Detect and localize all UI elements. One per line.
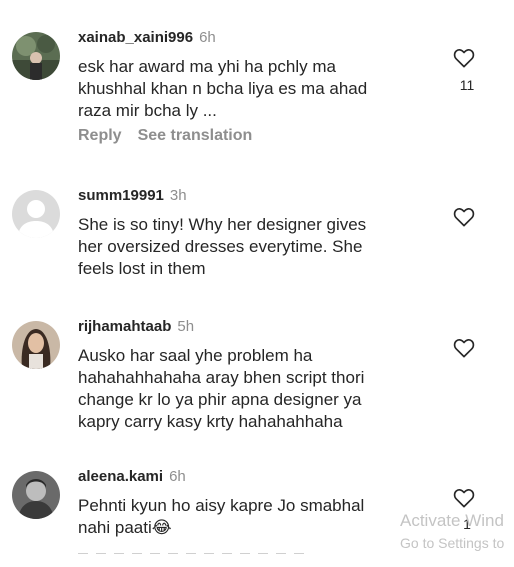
comment-meta: summ19991 3h [78, 187, 187, 205]
comment-item: xainab_xaini996 6h esk har award ma yhi h… [0, 0, 514, 160]
see-translation-button[interactable]: See translation [138, 127, 253, 144]
avatar[interactable] [12, 32, 60, 80]
avatar[interactable] [12, 190, 60, 238]
heart-icon [453, 208, 475, 227]
comment-meta: aleena.kami 6h [78, 468, 186, 486]
heart-icon [453, 489, 475, 508]
username[interactable]: rijhamahtaab [78, 318, 171, 335]
next-comment-preview: ▬▬▬▬▬▬▬▬▬▬▬▬▬ [78, 548, 308, 554]
comment-text: She is so tiny! Why her designer gives h… [78, 215, 367, 278]
reply-button[interactable]: Reply [78, 127, 122, 144]
username[interactable]: aleena.kami [78, 468, 163, 485]
timestamp: 6h [169, 468, 186, 485]
like-count: 11 [459, 77, 475, 93]
default-avatar-icon [12, 190, 60, 238]
comment-text: esk har award ma yhi ha pchly ma khushha… [78, 57, 368, 120]
comment-text: Pehnti kyun ho aisy kapre Jo smabhal nah… [78, 496, 365, 537]
avatar-photo-icon [12, 32, 60, 80]
username[interactable]: summ19991 [78, 187, 164, 204]
avatar[interactable] [12, 471, 60, 519]
avatar[interactable] [12, 321, 60, 369]
timestamp: 5h [177, 318, 195, 335]
like-button[interactable] [453, 338, 477, 358]
like-button[interactable] [453, 207, 477, 227]
avatar-photo-icon [12, 471, 60, 519]
activation-watermark-title: Activate Wind [400, 511, 504, 530]
heart-icon [453, 49, 475, 68]
comment-meta: xainab_xaini996 6h [78, 29, 216, 47]
timestamp: 6h [199, 29, 216, 46]
username[interactable]: xainab_xaini996 [78, 29, 193, 46]
timestamp: 3h [169, 187, 187, 204]
comment-actions: Reply See translation [78, 126, 252, 146]
heart-icon [453, 339, 475, 358]
activation-watermark-subtitle: Go to Settings to [400, 535, 505, 551]
avatar-photo-icon [12, 321, 60, 369]
like-button[interactable] [453, 488, 477, 508]
like-button[interactable] [453, 48, 477, 68]
comment-text: Ausko har saal yhe problem ha hahahahhah… [78, 346, 365, 431]
comment-meta: rijhamahtaab 5h [78, 318, 194, 336]
